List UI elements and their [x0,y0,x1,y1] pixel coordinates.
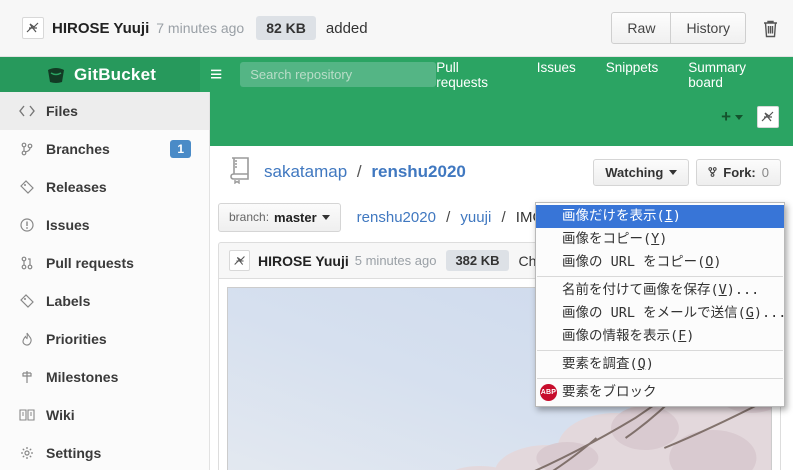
menu-separator [537,276,783,277]
repo-name-link[interactable]: renshu2020 [371,162,466,181]
branch-selector[interactable]: branch: master [218,203,341,232]
trash-icon [762,19,779,38]
breadcrumb-repo[interactable]: renshu2020 [357,209,436,226]
repo-icon [228,156,252,189]
bird-avatar-icon [759,108,777,126]
watching-label: Watching [605,165,663,180]
file-action-bar: HIROSE Yuuji 7 minutes ago 82 KB added R… [0,0,793,57]
bird-avatar-icon [232,253,248,269]
commit-author: HIROSE Yuuji [258,253,349,269]
brand-name: GitBucket [74,65,156,85]
sidebar-item-priorities[interactable]: Priorities [0,320,209,358]
flame-icon [18,332,36,346]
menu-inspect-element[interactable]: 要素を調査(Q) [536,353,784,376]
fork-label: Fork: [723,165,756,180]
gear-icon [18,446,36,460]
issue-icon [18,218,36,232]
commit-time: 5 minutes ago [355,253,437,268]
file-size-badge: 82 KB [256,16,316,40]
commit-message: added [326,20,368,37]
sidebar-label: Issues [46,217,90,233]
commit-time: 7 minutes ago [156,20,244,36]
nav-issues[interactable]: Issues [537,60,576,90]
caret-down-icon [322,215,330,220]
search-input[interactable] [240,62,436,87]
code-icon [18,105,36,117]
sidebar-item-branches[interactable]: Branches 1 [0,130,209,168]
caret-down-icon [735,115,743,120]
menu-separator [537,378,783,379]
menu-save-image-as[interactable]: 名前を付けて画像を保存(V)... [536,279,784,302]
menu-copy-image-url[interactable]: 画像の URL をコピー(O) [536,251,784,274]
hamburger-menu-icon[interactable]: ≡ [210,64,222,85]
sidebar-item-files[interactable]: Files [0,92,209,130]
nav-pull-requests[interactable]: Pull requests [436,60,506,90]
menu-view-image-info[interactable]: 画像の情報を表示(F) [536,325,784,348]
menu-email-image-url[interactable]: 画像の URL をメールで送信(G)... [536,302,784,325]
adblock-plus-icon: ABP [540,384,557,401]
milestone-icon [18,370,36,384]
breadcrumb-separator: / [501,209,505,226]
author-avatar [229,250,250,271]
watching-dropdown[interactable]: Watching [593,159,689,186]
sidebar-label: Labels [46,293,90,309]
branches-count-badge: 1 [170,140,191,158]
fork-button[interactable]: Fork: 0 [696,159,781,186]
sidebar-item-pull-requests[interactable]: Pull requests [0,244,209,282]
file-actions-group: Raw History [611,12,746,44]
sidebar-item-settings[interactable]: Settings [0,434,209,470]
breadcrumb-dir[interactable]: yuuji [460,209,491,226]
branch-prefix: branch: [229,210,269,224]
sidebar-label: Branches [46,141,110,157]
file-size-badge: 382 KB [446,250,508,271]
menu-block-element[interactable]: ABP 要素をブロック [536,381,784,404]
author-avatar [22,17,44,39]
sidebar-item-labels[interactable]: Labels [0,282,209,320]
sidebar-label: Releases [46,179,107,195]
branch-name: master [274,210,317,225]
sidebar-label: Milestones [46,369,118,385]
fork-count: 0 [762,165,769,180]
sidebar-label: Files [46,103,78,119]
breadcrumb-separator: / [446,209,450,226]
book-icon [18,409,36,421]
repo-owner-link[interactable]: sakatamap [264,162,347,181]
add-dropdown-button[interactable]: + [721,107,743,127]
menu-separator [537,350,783,351]
branch-icon [18,142,36,156]
image-context-menu: 画像だけを表示(I) 画像をコピー(Y) 画像の URL をコピー(O) 名前を… [535,202,785,407]
history-button[interactable]: History [671,12,746,44]
raw-button[interactable]: Raw [611,12,671,44]
sidebar-label: Wiki [46,407,75,423]
commit-author: HIROSE Yuuji [52,20,149,37]
menu-view-image[interactable]: 画像だけを表示(I) [536,205,784,228]
repo-title: sakatamap / renshu2020 [264,162,466,182]
bird-avatar-icon [24,19,42,37]
sidebar-item-issues[interactable]: Issues [0,206,209,244]
tag-icon [18,180,36,194]
menu-copy-image[interactable]: 画像をコピー(Y) [536,228,784,251]
nav-snippets[interactable]: Snippets [606,60,659,90]
label-icon [18,294,36,308]
sidebar-item-milestones[interactable]: Milestones [0,358,209,396]
delete-file-button[interactable] [762,19,779,38]
sidebar-item-wiki[interactable]: Wiki [0,396,209,434]
pull-request-icon [18,256,36,270]
caret-down-icon [669,170,677,175]
sidebar-label: Pull requests [46,255,134,271]
repo-separator: / [357,162,362,181]
sidebar-item-releases[interactable]: Releases [0,168,209,206]
nav-summary-board[interactable]: Summary board [688,60,775,90]
user-avatar[interactable] [757,106,779,128]
sidebar-label: Priorities [46,331,107,347]
brand-block[interactable]: GitBucket [0,57,200,92]
gitbucket-logo-icon [46,66,66,84]
fork-icon [708,166,717,178]
repo-sidebar: Files Branches 1 Releases Issues Pull [0,92,210,470]
sidebar-label: Settings [46,445,101,461]
plus-icon: + [721,107,731,127]
main-navbar: GitBucket ≡ Pull requests Issues Snippet… [0,57,793,92]
